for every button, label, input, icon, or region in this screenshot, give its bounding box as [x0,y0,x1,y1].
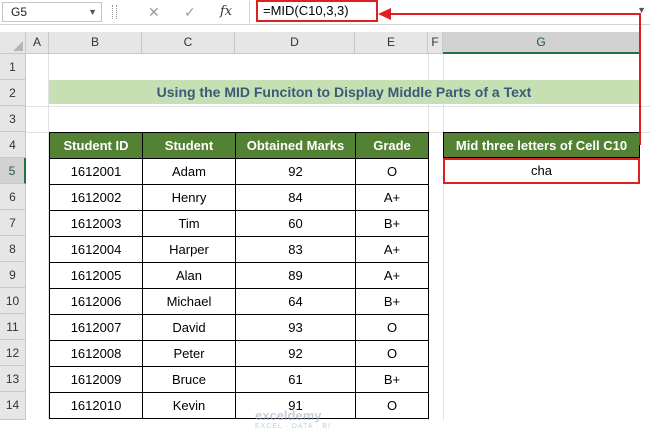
column-header-f[interactable]: F [428,32,443,54]
cell-marks[interactable]: 92 [235,158,356,185]
watermark-tagline: EXCEL · DATA · BI [255,423,331,430]
cell-student-id[interactable]: 1612003 [49,210,143,237]
cell-student[interactable]: Peter [142,340,236,367]
cell-grade[interactable]: A+ [355,184,429,211]
cell-grade[interactable]: O [355,340,429,367]
sheet-title[interactable]: Using the MID Funciton to Display Middle… [49,80,639,104]
row-header-9[interactable]: 9 [0,262,26,288]
cell-student-id[interactable]: 1612002 [49,184,143,211]
column-header-c[interactable]: C [142,32,235,54]
header-obtained-marks[interactable]: Obtained Marks [235,132,356,159]
header-student[interactable]: Student [142,132,236,159]
column-header-g[interactable]: G [443,32,640,54]
result-cell[interactable]: cha [443,158,640,184]
cell-grade[interactable]: A+ [355,236,429,263]
table-row: 1612008 Peter 92 O [49,340,429,367]
enter-icon[interactable]: ✓ [184,3,196,21]
cell-marks[interactable]: 60 [235,210,356,237]
cell-student-id[interactable]: 1612005 [49,262,143,289]
cell-grade[interactable]: B+ [355,366,429,393]
cell-grade[interactable]: B+ [355,288,429,315]
row-header-1[interactable]: 1 [0,54,26,80]
row-header-14[interactable]: 14 [0,392,26,420]
cell-student[interactable]: Alan [142,262,236,289]
table-row: 1612003 Tim 60 B+ [49,210,429,237]
cell-student[interactable]: Kevin [142,392,236,419]
column-header-a[interactable]: A [26,32,49,54]
cell-marks[interactable]: 93 [235,314,356,341]
cell-student-id[interactable]: 1612001 [49,158,143,185]
row-header-6[interactable]: 6 [0,184,26,210]
callout-arrow-line [390,13,641,15]
worksheet[interactable]: A B C D E F G 1 2 3 4 5 6 7 8 9 10 11 12… [0,32,650,430]
cell-student-id[interactable]: 1612010 [49,392,143,419]
row-header-5[interactable]: 5 [0,158,26,184]
row-header-4[interactable]: 4 [0,132,26,158]
cell-student-id[interactable]: 1612006 [49,288,143,315]
table-row: 1612005 Alan 89 A+ [49,262,429,289]
result-header[interactable]: Mid three letters of Cell C10 [443,132,640,158]
cell-grade[interactable]: O [355,158,429,185]
column-header-e[interactable]: E [355,32,428,54]
row-header-7[interactable]: 7 [0,210,26,236]
header-grade[interactable]: Grade [355,132,429,159]
row-header-12[interactable]: 12 [0,340,26,366]
cell-marks[interactable]: 92 [235,340,356,367]
column-header-b[interactable]: B [49,32,142,54]
cell-student[interactable]: Michael [142,288,236,315]
row-header-13[interactable]: 13 [0,366,26,392]
cell-student[interactable]: Bruce [142,366,236,393]
cell-student-id[interactable]: 1612008 [49,340,143,367]
row-header-3[interactable]: 3 [0,106,26,132]
cancel-icon[interactable]: ✕ [148,3,160,21]
callout-arrow-line [639,13,641,145]
column-header-d[interactable]: D [235,32,355,54]
table-row: 1612006 Michael 64 B+ [49,288,429,315]
cell-marks[interactable]: 89 [235,262,356,289]
cell-student[interactable]: Harper [142,236,236,263]
row-header-10[interactable]: 10 [0,288,26,314]
cell-marks[interactable]: 83 [235,236,356,263]
cell-marks[interactable]: 64 [235,288,356,315]
cell-grade[interactable]: O [355,314,429,341]
cell-student-id[interactable]: 1612004 [49,236,143,263]
table-row: 1612002 Henry 84 A+ [49,184,429,211]
formula-bar-grip[interactable] [112,5,117,19]
cell-student[interactable]: David [142,314,236,341]
cell-grade[interactable]: B+ [355,210,429,237]
cell-grade[interactable]: A+ [355,262,429,289]
row-header-11[interactable]: 11 [0,314,26,340]
table-row: 1612009 Bruce 61 B+ [49,366,429,393]
cell-grade[interactable]: O [355,392,429,419]
cell-student[interactable]: Henry [142,184,236,211]
name-box-value: G5 [11,5,28,19]
arrow-left-icon [378,8,391,20]
cell-student-id[interactable]: 1612007 [49,314,143,341]
watermark-name: exceldemy [255,408,322,423]
header-student-id[interactable]: Student ID [49,132,143,159]
chevron-down-icon[interactable]: ▼ [88,3,97,21]
row-header-2[interactable]: 2 [0,80,26,106]
cell-marks[interactable]: 61 [235,366,356,393]
select-all-button[interactable] [0,32,26,54]
gridline [26,106,650,107]
gridline [443,54,444,420]
table-row: 1612007 David 93 O [49,314,429,341]
table-row: 1612001 Adam 92 O [49,158,429,185]
row-header-8[interactable]: 8 [0,236,26,262]
insert-function-icon[interactable]: fx [220,3,232,21]
formula-text[interactable]: =MID(C10,3,3) [256,0,378,22]
table-row: 1612004 Harper 83 A+ [49,236,429,263]
cell-student-id[interactable]: 1612009 [49,366,143,393]
name-box[interactable]: G5 ▼ [2,2,102,22]
cell-student[interactable]: Tim [142,210,236,237]
table-row: 1612010 Kevin 91 O [49,392,429,419]
cell-marks[interactable]: 84 [235,184,356,211]
cell-student[interactable]: Adam [142,158,236,185]
student-table: Student ID Student Obtained Marks Grade … [49,132,429,419]
watermark-logo: exceldemy EXCEL · DATA · BI [255,408,331,430]
